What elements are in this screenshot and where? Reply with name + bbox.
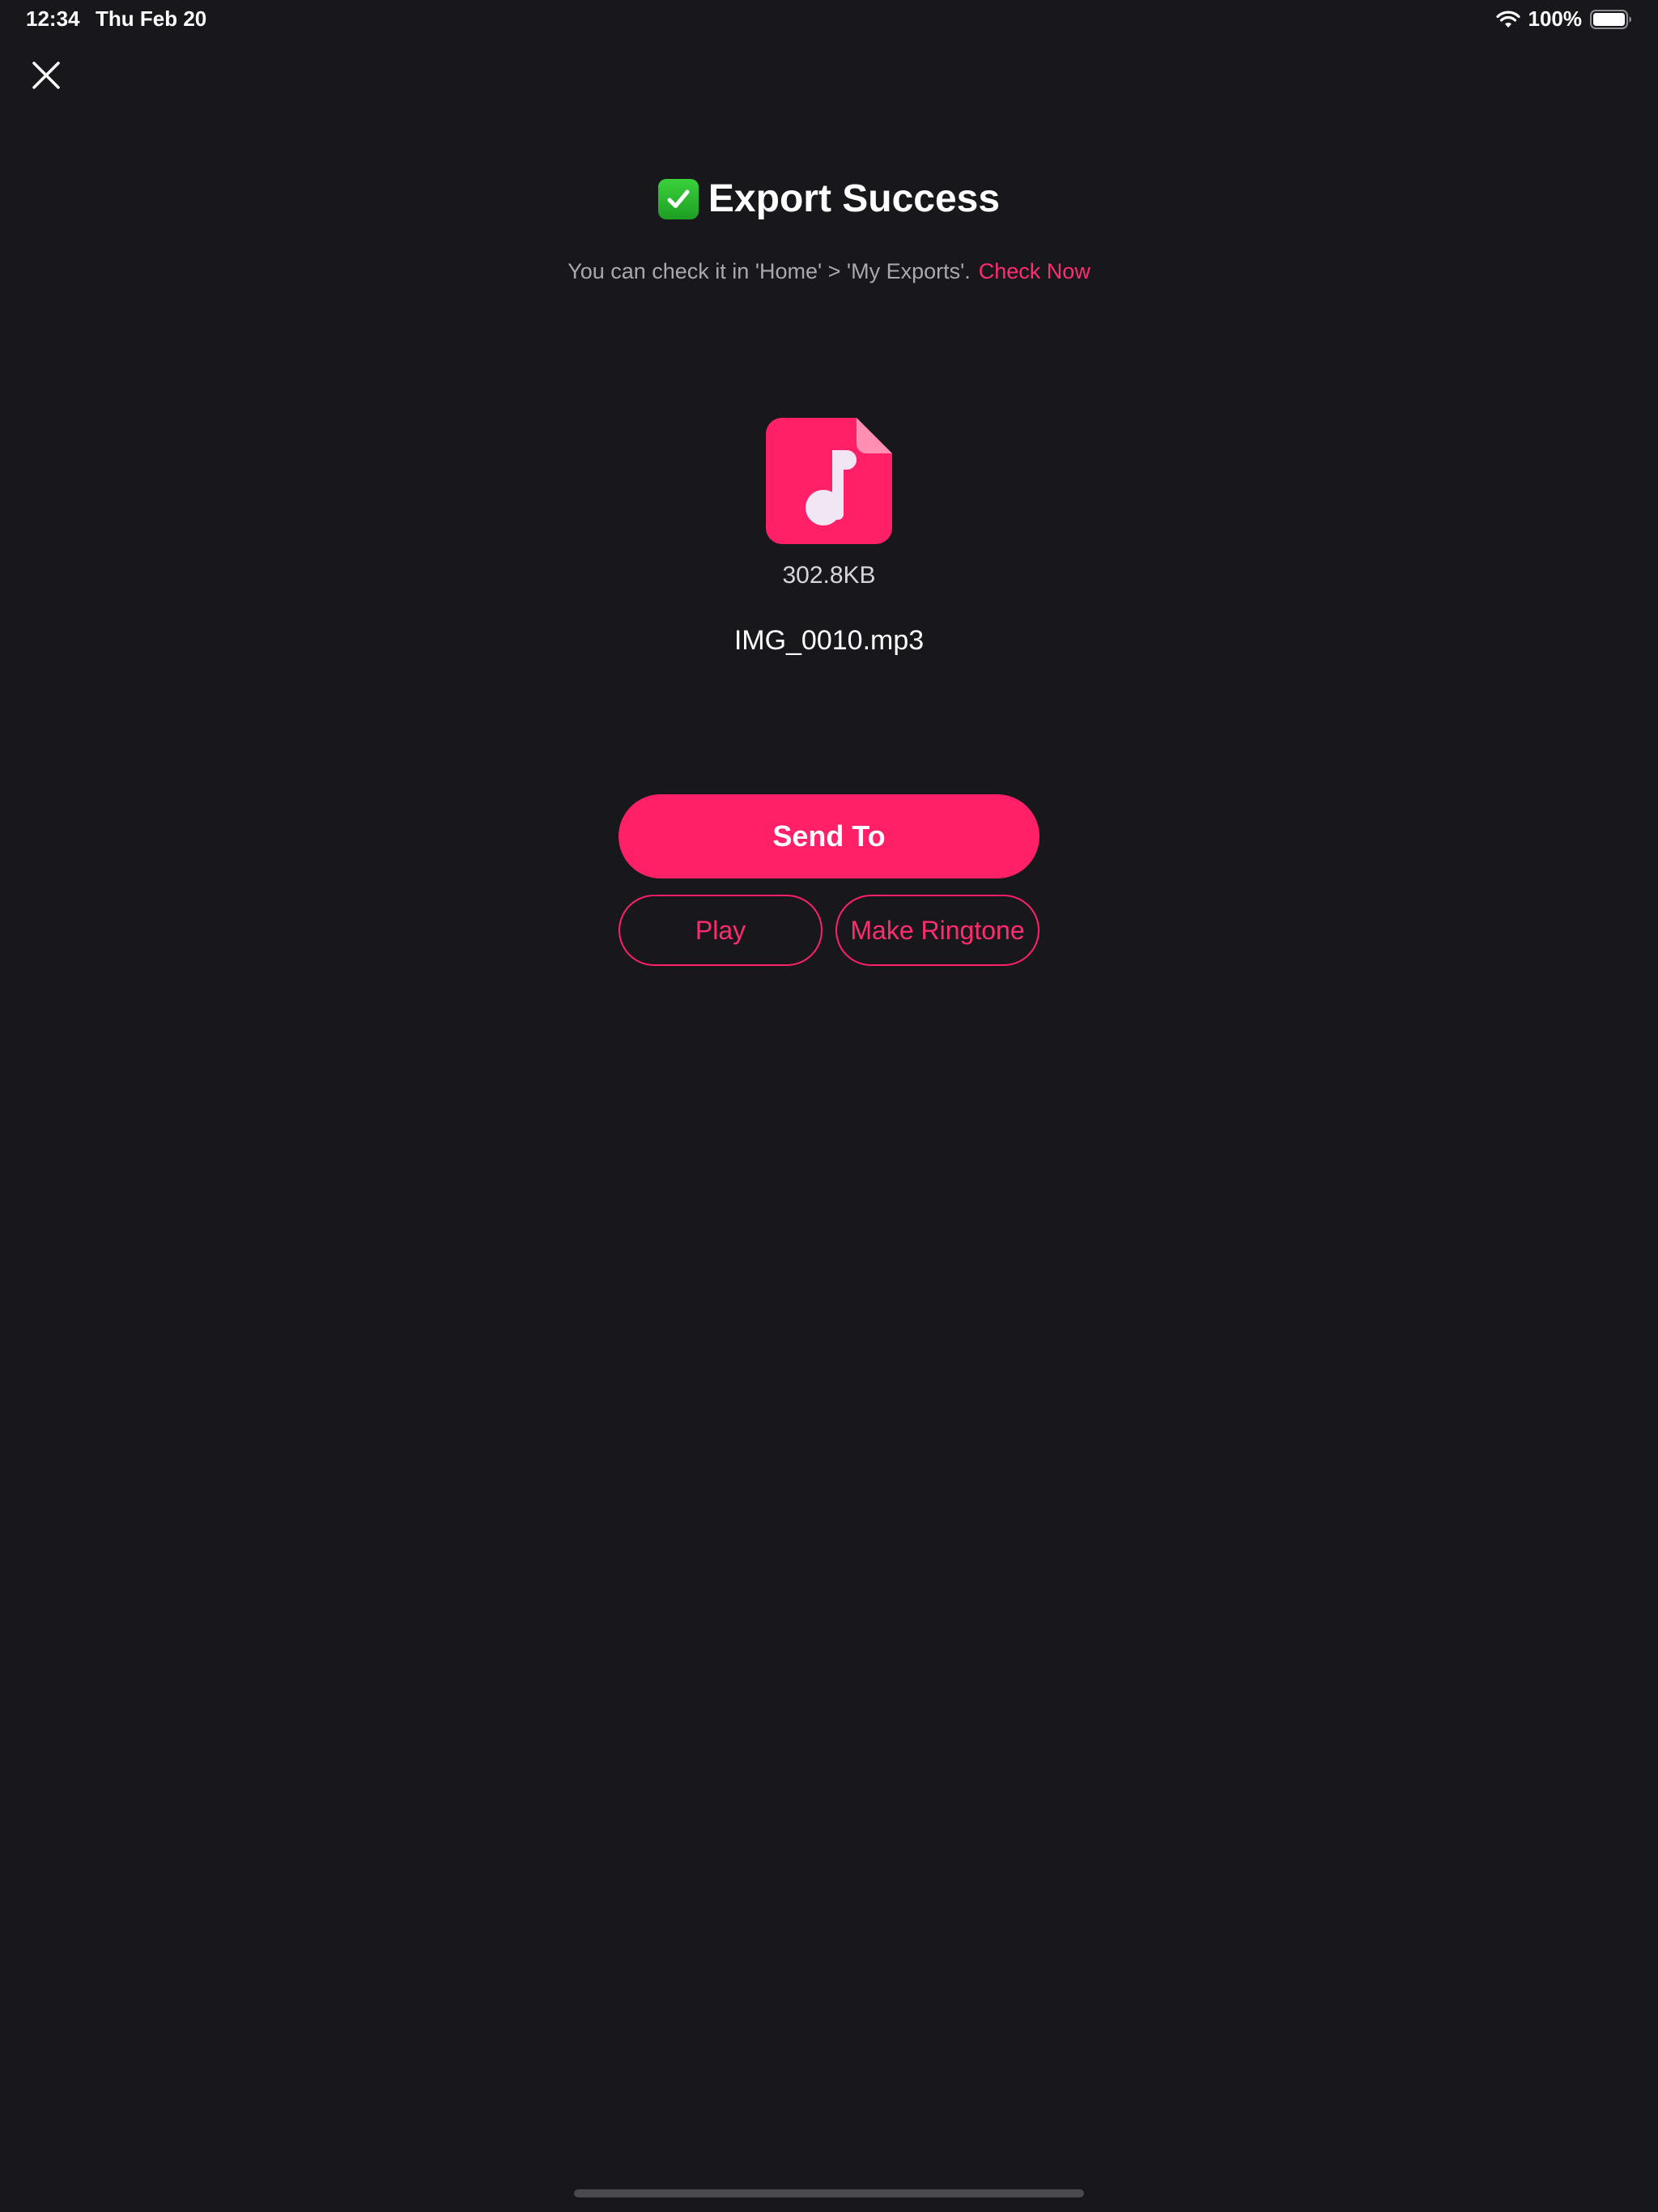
close-button[interactable]	[28, 57, 65, 94]
subtitle-text: You can check it in 'Home' > 'My Exports…	[568, 259, 971, 283]
play-button[interactable]: Play	[619, 895, 823, 966]
battery-icon	[1590, 9, 1632, 30]
title-row: Export Success	[0, 177, 1658, 221]
status-bar: 12:34 Thu Feb 20 100%	[0, 0, 1658, 39]
status-time: 12:34	[26, 6, 80, 31]
music-file-icon	[766, 418, 892, 544]
close-icon	[32, 62, 60, 89]
status-date: Thu Feb 20	[96, 6, 207, 31]
page-title: Export Success	[708, 177, 1001, 220]
subtitle-row: You can check it in 'Home' > 'My Exports…	[0, 259, 1658, 284]
export-success-screen: 12:34 Thu Feb 20 100% Export Success You…	[0, 0, 1658, 2212]
file-size: 302.8KB	[782, 562, 876, 589]
checkmark-icon	[657, 178, 699, 219]
check-now-link[interactable]: Check Now	[979, 259, 1090, 283]
send-to-button[interactable]: Send To	[619, 794, 1039, 878]
file-name: IMG_0010.mp3	[733, 625, 925, 656]
home-indicator[interactable]	[574, 2189, 1084, 2197]
status-indicators: 100%	[1495, 6, 1633, 32]
make-ringtone-button[interactable]: Make Ringtone	[835, 895, 1039, 966]
wifi-icon	[1495, 10, 1520, 29]
battery-percentage: 100%	[1528, 6, 1583, 31]
